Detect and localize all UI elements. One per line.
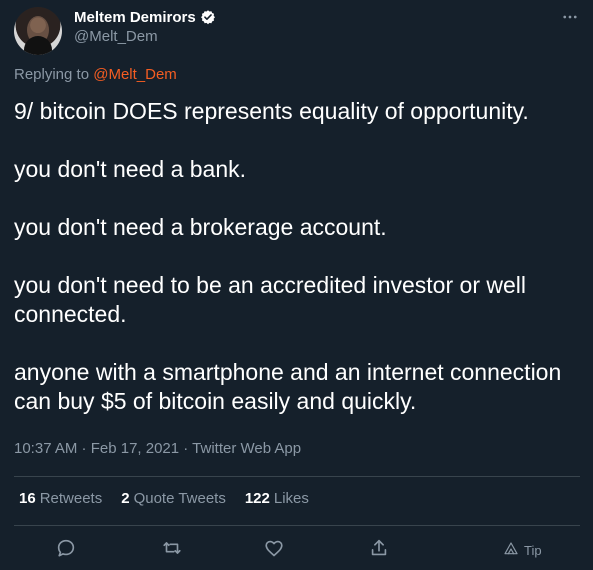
- reply-prefix: Replying to: [14, 66, 90, 83]
- retweets-label: Retweets: [39, 490, 103, 507]
- reply-button[interactable]: [52, 536, 80, 564]
- display-name[interactable]: Meltem Demirors: [74, 9, 196, 26]
- tip-icon: [503, 541, 519, 560]
- stats-divider-top: [14, 476, 580, 477]
- retweets-stat[interactable]: 16 Retweets: [19, 490, 102, 507]
- tip-label: Tip: [524, 542, 542, 558]
- reply-icon: [55, 537, 77, 564]
- avatar[interactable]: [14, 7, 62, 55]
- like-button[interactable]: [260, 536, 288, 564]
- likes-count: 122: [244, 490, 270, 507]
- retweet-icon: [161, 537, 183, 564]
- author-handle[interactable]: @Melt_Dem: [74, 28, 158, 45]
- tweet-header: Meltem Demirors @Melt_Dem: [14, 7, 580, 55]
- retweets-count: 16: [19, 490, 36, 507]
- more-options-icon[interactable]: [561, 8, 579, 26]
- reply-handle-link[interactable]: @Melt_Dem: [93, 66, 177, 83]
- heart-icon: [263, 537, 285, 564]
- verified-badge-icon: [200, 9, 216, 25]
- quote-tweets-label: Quote Tweets: [133, 490, 226, 507]
- retweet-button[interactable]: [158, 536, 186, 564]
- tweet-timestamp[interactable]: 10:37 AM · Feb 17, 2021 · Twitter Web Ap…: [14, 440, 301, 457]
- quote-tweets-count: 2: [121, 490, 130, 507]
- tweet-stats: 16 Retweets 2 Quote Tweets 122 Likes: [19, 490, 309, 507]
- tweet-text: 9/ bitcoin DOES represents equality of o…: [14, 98, 562, 414]
- likes-stat[interactable]: 122 Likes: [245, 490, 309, 507]
- likes-label: Likes: [273, 490, 309, 507]
- share-icon: [368, 537, 390, 564]
- reply-context: Replying to @Melt_Dem: [14, 66, 177, 83]
- quote-tweets-stat[interactable]: 2 Quote Tweets: [121, 490, 226, 507]
- author-name-row: Meltem Demirors: [74, 7, 216, 27]
- share-button[interactable]: [365, 536, 393, 564]
- tweet-actions: Tip: [14, 536, 580, 564]
- tip-button[interactable]: Tip: [503, 540, 542, 560]
- actions-divider: [14, 525, 580, 526]
